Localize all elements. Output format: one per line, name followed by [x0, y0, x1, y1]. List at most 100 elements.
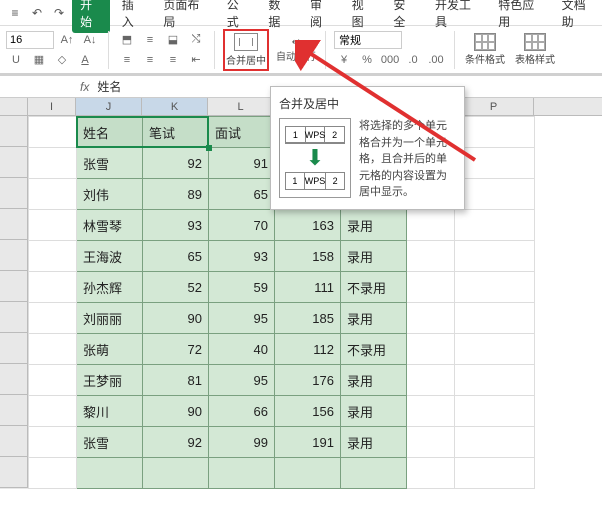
row-header[interactable]	[0, 364, 28, 395]
col-header-i[interactable]: I	[28, 98, 76, 115]
cell[interactable]: 81	[143, 365, 209, 396]
row-header[interactable]	[0, 457, 28, 488]
tab-security[interactable]: 安全	[385, 0, 423, 33]
cell[interactable]: 不录用	[341, 334, 407, 365]
cell[interactable]	[29, 334, 77, 365]
cell[interactable]: 刘伟	[77, 179, 143, 210]
cell[interactable]: 孙杰辉	[77, 272, 143, 303]
cell[interactable]	[455, 241, 535, 272]
cell[interactable]	[455, 303, 535, 334]
align-top-icon[interactable]: ⬒	[117, 31, 137, 49]
cell[interactable]: 录用	[341, 396, 407, 427]
cell[interactable]: 张雪	[77, 148, 143, 179]
decrease-font-icon[interactable]: A↓	[80, 31, 100, 49]
align-right-icon[interactable]: ≡	[163, 51, 183, 69]
tab-insert[interactable]: 插入	[114, 0, 152, 33]
table-style-button[interactable]: 表格样式	[513, 29, 557, 71]
fill-color-icon[interactable]: ◇	[52, 51, 72, 69]
cell[interactable]: 191	[275, 427, 341, 458]
cell[interactable]: 录用	[341, 427, 407, 458]
cell[interactable]	[407, 303, 455, 334]
cell[interactable]: 92	[143, 427, 209, 458]
border-icon[interactable]: ▦	[29, 51, 49, 69]
cell[interactable]	[29, 396, 77, 427]
cell[interactable]	[341, 458, 407, 489]
undo-icon[interactable]: ↶	[28, 3, 46, 23]
cell[interactable]: 52	[143, 272, 209, 303]
cell[interactable]: 66	[209, 396, 275, 427]
menu-icon[interactable]: ≡	[6, 3, 24, 23]
cell[interactable]	[455, 179, 535, 210]
cell[interactable]: 65	[209, 179, 275, 210]
cell[interactable]	[407, 365, 455, 396]
row-header[interactable]	[0, 302, 28, 333]
cell[interactable]	[29, 210, 77, 241]
col-header-j[interactable]: J	[76, 98, 142, 115]
align-mid-icon[interactable]: ≡	[140, 31, 160, 49]
tab-view[interactable]: 视图	[344, 0, 382, 33]
cell[interactable]: 163	[275, 210, 341, 241]
cell[interactable]: 录用	[341, 210, 407, 241]
cell[interactable]	[143, 458, 209, 489]
cell[interactable]: 95	[209, 365, 275, 396]
cell[interactable]	[29, 458, 77, 489]
cell[interactable]	[455, 427, 535, 458]
cell[interactable]	[275, 458, 341, 489]
cell[interactable]: 王海波	[77, 241, 143, 272]
row-header[interactable]	[0, 178, 28, 209]
cell[interactable]: 张雪	[77, 427, 143, 458]
cell[interactable]: 90	[143, 396, 209, 427]
cell[interactable]: 111	[275, 272, 341, 303]
align-center-icon[interactable]: ≡	[140, 51, 160, 69]
cell[interactable]	[29, 117, 77, 148]
tab-start[interactable]: 开始	[72, 0, 110, 33]
cell[interactable]: 刘丽丽	[77, 303, 143, 334]
cell[interactable]: 99	[209, 427, 275, 458]
cell[interactable]: 92	[143, 148, 209, 179]
cell[interactable]: 89	[143, 179, 209, 210]
underline-icon[interactable]: U	[6, 51, 26, 69]
cell[interactable]: 112	[275, 334, 341, 365]
align-bot-icon[interactable]: ⬓	[163, 31, 183, 49]
redo-icon[interactable]: ↷	[50, 3, 68, 23]
cell[interactable]	[29, 427, 77, 458]
cell[interactable]	[455, 396, 535, 427]
row-header[interactable]	[0, 116, 28, 147]
row-header[interactable]	[0, 271, 28, 302]
cell-header-name[interactable]: 姓名	[77, 117, 143, 148]
row-header[interactable]	[0, 240, 28, 271]
row-header[interactable]	[0, 333, 28, 364]
cell[interactable]: 不录用	[341, 272, 407, 303]
cell-header-interview[interactable]: 面试	[209, 117, 275, 148]
cell[interactable]: 70	[209, 210, 275, 241]
cell[interactable]	[455, 210, 535, 241]
cell[interactable]: 王梦丽	[77, 365, 143, 396]
cell[interactable]	[407, 272, 455, 303]
cell[interactable]	[407, 210, 455, 241]
cell[interactable]: 张萌	[77, 334, 143, 365]
cell[interactable]	[29, 303, 77, 334]
cell[interactable]: 90	[143, 303, 209, 334]
cell[interactable]	[407, 427, 455, 458]
cell[interactable]	[407, 458, 455, 489]
cell[interactable]: 黎川	[77, 396, 143, 427]
cell[interactable]: 72	[143, 334, 209, 365]
increase-font-icon[interactable]: A↑	[57, 31, 77, 49]
cell[interactable]: 95	[209, 303, 275, 334]
cell[interactable]	[209, 458, 275, 489]
tab-dochelp[interactable]: 文档助	[554, 0, 602, 33]
col-header-l[interactable]: L	[208, 98, 274, 115]
col-header-k[interactable]: K	[142, 98, 208, 115]
cell[interactable]: 156	[275, 396, 341, 427]
merge-center-button[interactable]: 合并居中	[223, 29, 269, 71]
cell[interactable]	[455, 365, 535, 396]
cell[interactable]: 93	[209, 241, 275, 272]
cell[interactable]: 158	[275, 241, 341, 272]
fx-icon[interactable]: fx	[80, 80, 89, 94]
cell[interactable]	[455, 272, 535, 303]
fill-handle[interactable]	[206, 145, 212, 151]
cell-header-written[interactable]: 笔试	[143, 117, 209, 148]
cell[interactable]: 录用	[341, 365, 407, 396]
cell[interactable]	[77, 458, 143, 489]
cell[interactable]	[455, 458, 535, 489]
